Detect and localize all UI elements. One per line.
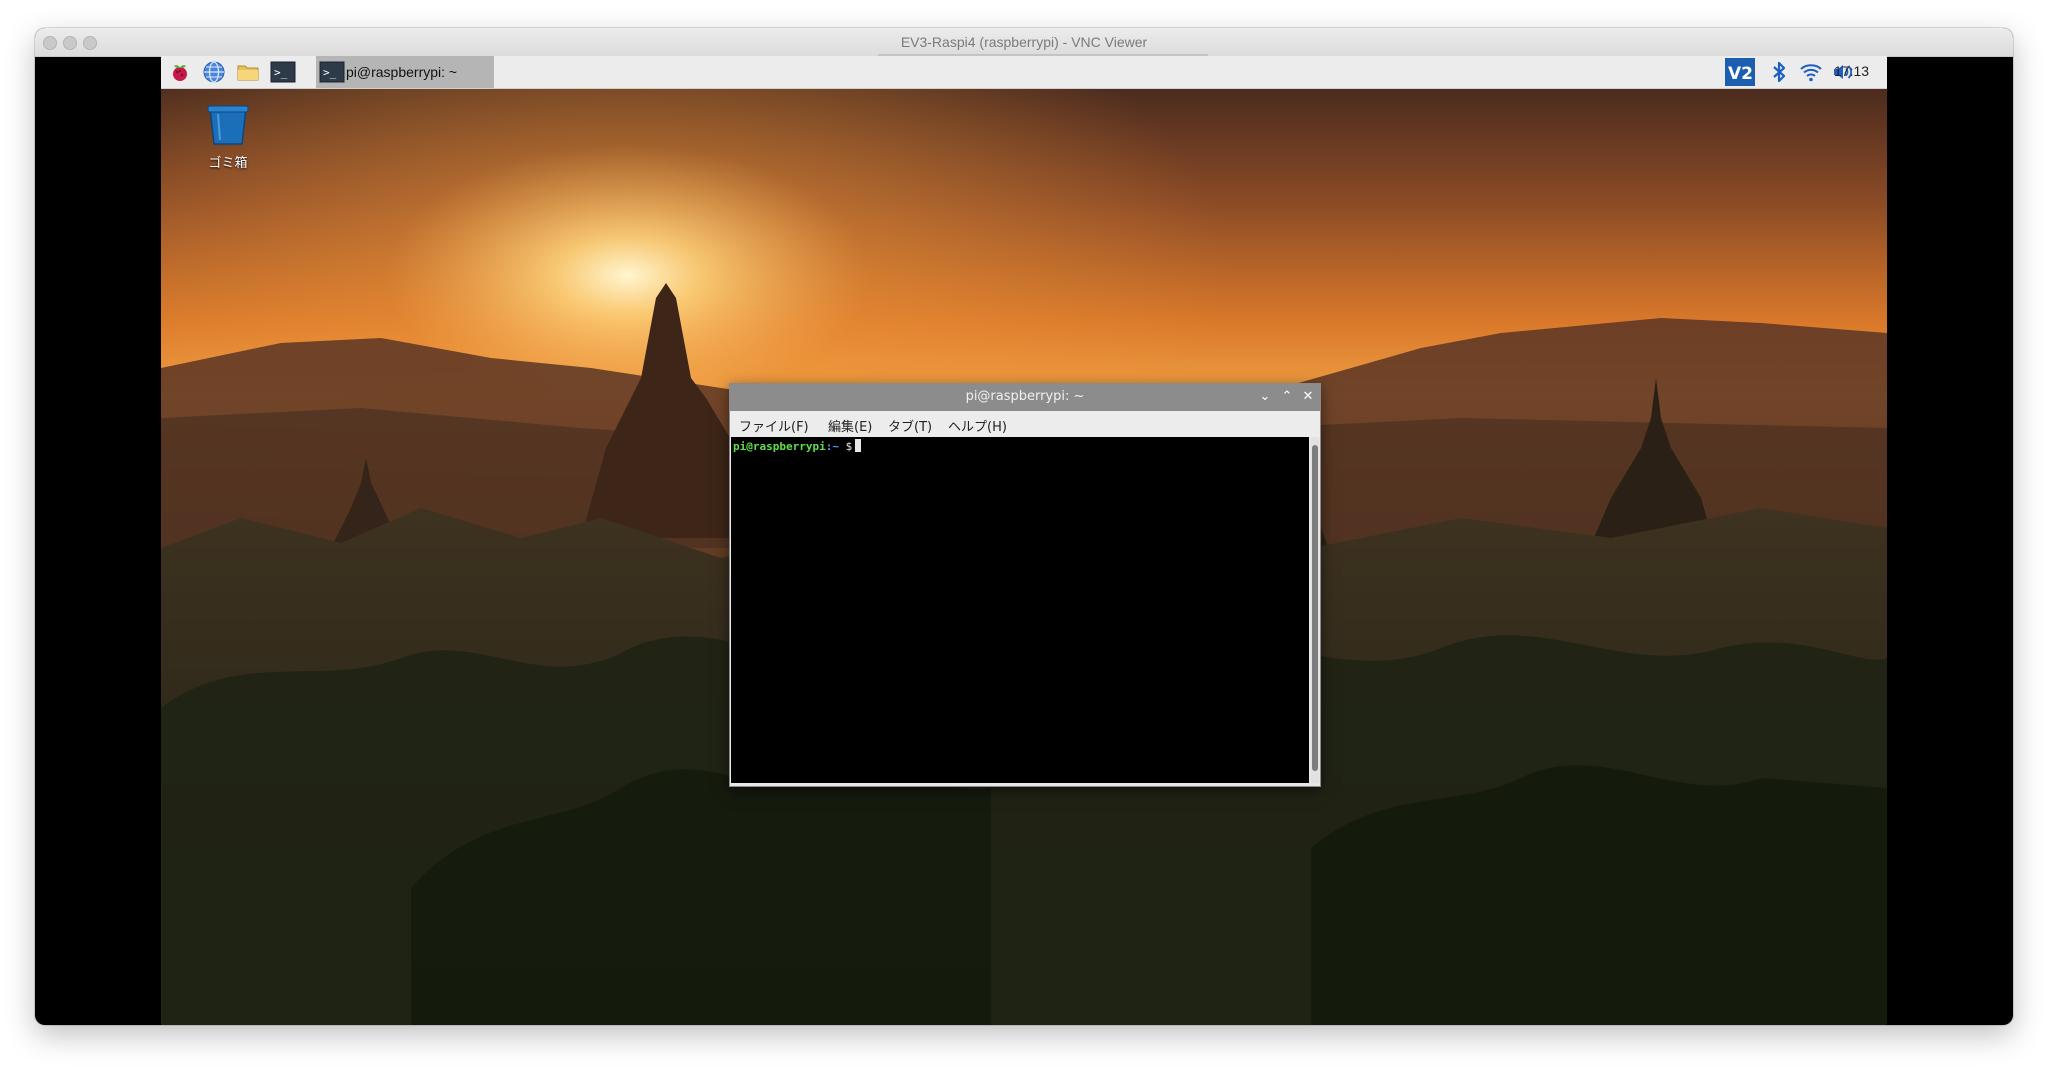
terminal-title: pi@raspberrypi: ~	[965, 389, 1085, 404]
svg-text:>_: >_	[274, 66, 288, 79]
terminal-menubar: ファイル(F) 編集(E) タブ(T) ヘルプ(H)	[730, 411, 1320, 437]
taskbar: >_ >_ pi@raspberrypi: ~ V2 17:13	[161, 56, 1887, 89]
window-title: EV3-Raspi4 (raspberrypi) - VNC Viewer	[900, 34, 1148, 50]
raspberry-menu-icon[interactable]	[168, 60, 192, 84]
trash-icon	[206, 104, 250, 150]
svg-text:V2: V2	[1728, 64, 1753, 84]
scrollbar-thumb[interactable]	[1312, 445, 1318, 771]
terminal-output[interactable]: pi@raspberrypi:~ $	[731, 437, 1309, 783]
prompt-path: :~	[825, 440, 839, 453]
svg-text:>_: >_	[323, 66, 337, 79]
trash-label: ゴミ箱	[208, 156, 248, 171]
taskbar-task-terminal[interactable]: >_ pi@raspberrypi: ~	[316, 56, 494, 88]
taskbar-clock[interactable]: 17:13	[1834, 63, 1869, 79]
terminal-icon[interactable]: >_	[270, 60, 296, 84]
vnc-viewer-window: EV3-Raspi4 (raspberrypi) - VNC Viewer >_…	[35, 28, 2013, 1025]
menu-tab[interactable]: タブ(T)	[888, 416, 932, 435]
desktop-trash[interactable]: ゴミ箱	[193, 104, 263, 171]
vnc-server-icon[interactable]: V2	[1725, 58, 1755, 86]
web-browser-icon[interactable]	[202, 60, 226, 84]
menu-edit[interactable]: 編集(E)	[828, 416, 872, 435]
terminal-scrollbar[interactable]	[1311, 437, 1319, 783]
taskbar-task-label: pi@raspberrypi: ~	[346, 64, 458, 80]
terminal-window[interactable]: pi@raspberrypi: ~ ⌄ ⌃ ✕ ファイル(F) 編集(E) タブ…	[729, 383, 1321, 787]
remote-desktop[interactable]: >_ >_ pi@raspberrypi: ~ V2 17:13 ゴミ箱 pi@…	[161, 56, 1887, 1025]
terminal-titlebar[interactable]: pi@raspberrypi: ~ ⌄ ⌃ ✕	[730, 384, 1320, 411]
close-icon[interactable]: ✕	[1300, 388, 1316, 406]
bluetooth-icon[interactable]	[1767, 60, 1791, 84]
maximize-icon[interactable]: ⌃	[1279, 388, 1295, 406]
prompt-user-host: pi@raspberrypi	[733, 440, 826, 453]
window-titlebar[interactable]: EV3-Raspi4 (raspberrypi) - VNC Viewer	[35, 28, 2013, 57]
menu-file[interactable]: ファイル(F)	[739, 416, 809, 435]
minimize-icon[interactable]: ⌄	[1257, 388, 1273, 406]
wifi-icon[interactable]	[1799, 60, 1823, 84]
text-cursor	[855, 439, 862, 452]
terminal-icon: >_	[319, 60, 345, 84]
shell-prompt: pi@raspberrypi:~ $	[733, 439, 862, 454]
prompt-symbol: $	[838, 440, 853, 453]
menu-help[interactable]: ヘルプ(H)	[948, 416, 1007, 435]
file-manager-icon[interactable]	[236, 60, 260, 84]
